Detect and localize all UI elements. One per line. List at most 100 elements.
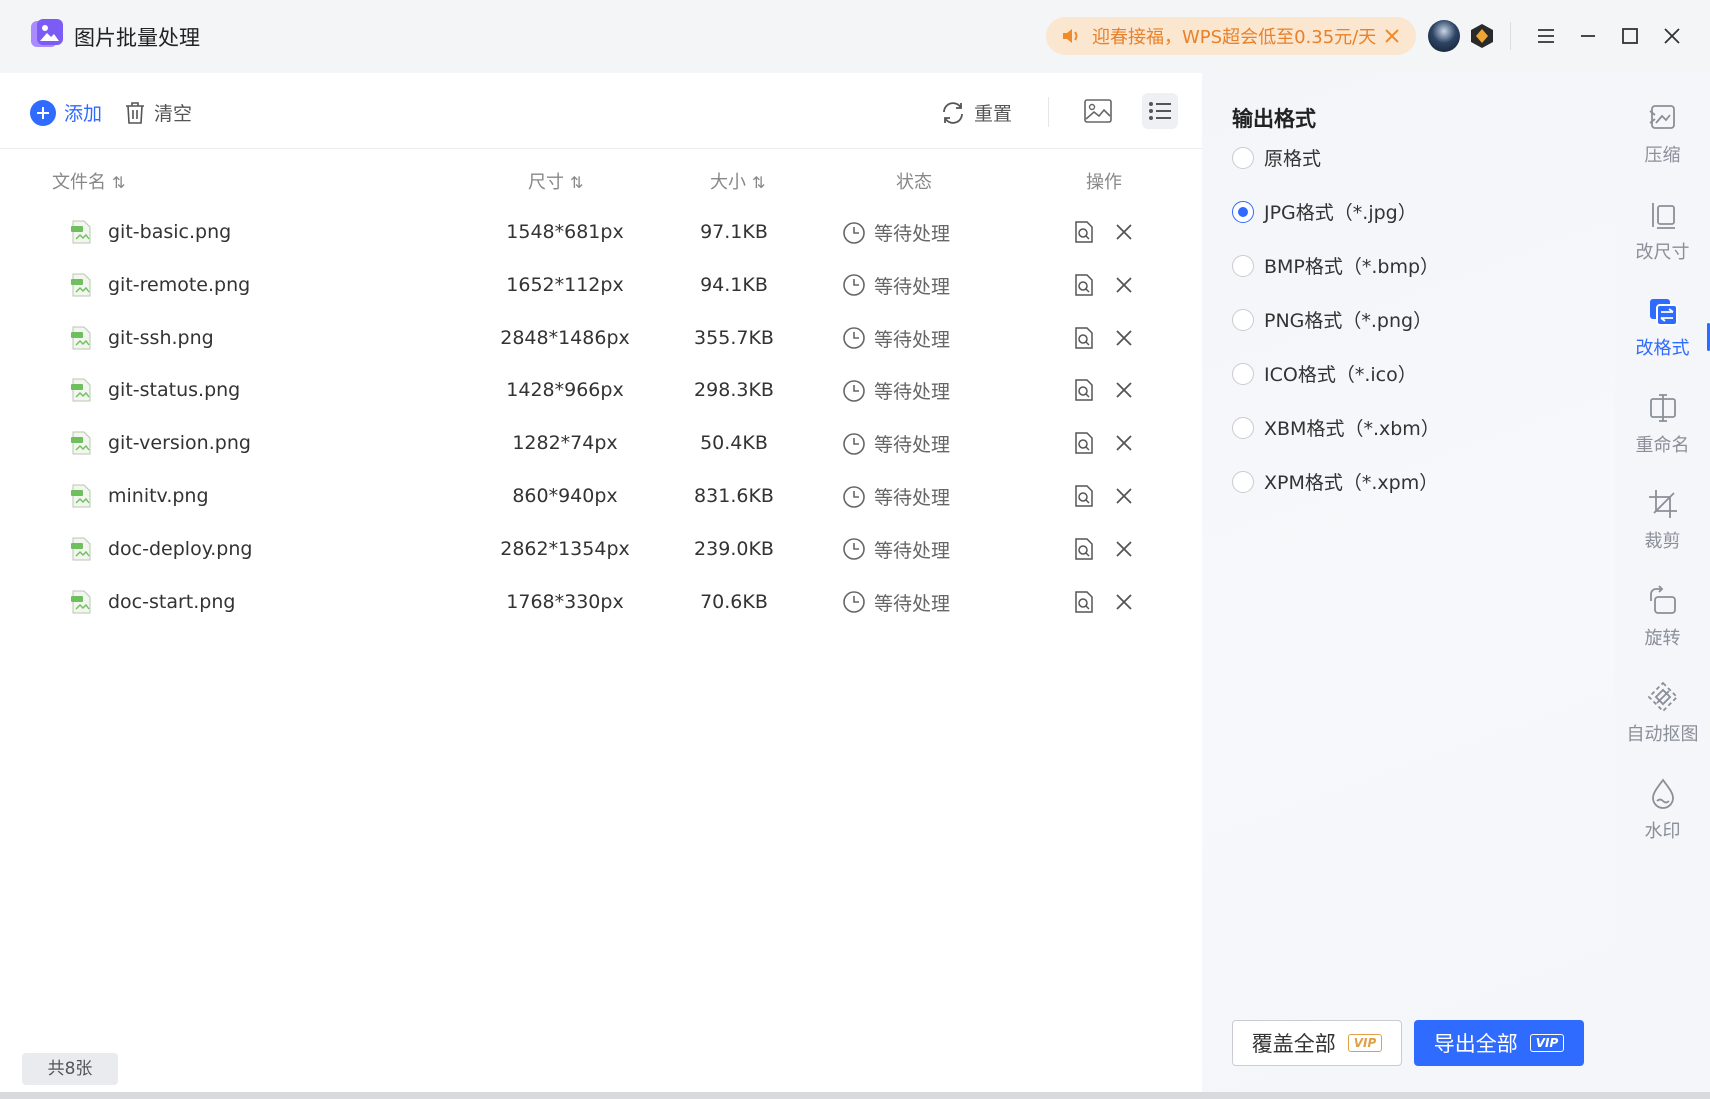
- format-option[interactable]: XBM格式（*.xbm）: [1232, 414, 1440, 441]
- clock-icon: [843, 432, 865, 455]
- header-dimensions[interactable]: 尺寸 ⇅: [528, 168, 583, 194]
- export-all-button[interactable]: 导出全部 VIP: [1414, 1020, 1584, 1066]
- nav-item[interactable]: 重命名: [1615, 391, 1710, 481]
- file-size: 239.0KB: [694, 537, 774, 560]
- preview-icon[interactable]: [1072, 326, 1096, 350]
- nav-item[interactable]: 自动抠图: [1615, 680, 1710, 770]
- file-size: 70.6KB: [700, 590, 768, 613]
- add-button[interactable]: 添加: [30, 99, 102, 126]
- clock-icon: [843, 591, 865, 613]
- vip-badge-icon[interactable]: [1468, 22, 1496, 50]
- file-name: doc-start.png: [108, 590, 236, 613]
- radio-button[interactable]: [1232, 470, 1254, 493]
- status-pending: 等待处理: [842, 589, 950, 616]
- delete-icon[interactable]: [1112, 590, 1136, 614]
- clear-button[interactable]: 清空: [124, 99, 192, 126]
- rotate-icon: [1649, 584, 1676, 614]
- promo-banner[interactable]: 迎春接福，WPS超会低至0.35元/天: [1046, 17, 1416, 55]
- preview-icon[interactable]: [1072, 590, 1096, 614]
- cover-all-button[interactable]: 覆盖全部 VIP: [1232, 1020, 1402, 1066]
- preview-icon[interactable]: [1072, 378, 1096, 402]
- radio-button[interactable]: [1232, 146, 1254, 169]
- nav-label: 水印: [1644, 820, 1681, 842]
- table-row[interactable]: minitv.png 860*940px 831.6KB 等待处理: [0, 469, 1202, 525]
- preview-icon[interactable]: [1072, 537, 1096, 561]
- file-name: git-version.png: [108, 432, 251, 455]
- status-pending: 等待处理: [842, 219, 950, 246]
- status-text: 等待处理: [874, 328, 951, 351]
- format-option[interactable]: ICO格式（*.ico）: [1232, 360, 1417, 387]
- nav-item[interactable]: 裁剪: [1615, 487, 1710, 577]
- sort-icon[interactable]: ⇅: [570, 173, 583, 192]
- delete-icon[interactable]: [1112, 431, 1136, 455]
- status-text: 等待处理: [874, 539, 951, 562]
- compress-icon: [1648, 105, 1675, 129]
- radio-button[interactable]: [1232, 200, 1254, 223]
- format-option[interactable]: 原格式: [1232, 144, 1321, 171]
- file-dimensions: 1548*681px: [506, 221, 624, 243]
- preview-icon[interactable]: [1072, 484, 1096, 508]
- toolbar: 添加 清空 重置: [0, 73, 1202, 149]
- nav-item[interactable]: 改尺寸: [1615, 198, 1710, 288]
- delete-icon[interactable]: [1112, 273, 1136, 297]
- promo-close-icon[interactable]: [1382, 26, 1402, 46]
- delete-icon[interactable]: [1112, 378, 1136, 402]
- settings-title: 输出格式: [1232, 107, 1316, 131]
- list-view-button[interactable]: [1142, 93, 1178, 129]
- trash-icon: [126, 101, 144, 124]
- status-pending: 等待处理: [842, 377, 950, 404]
- maximize-icon[interactable]: [1616, 22, 1644, 50]
- close-window-icon[interactable]: [1658, 22, 1686, 50]
- menu-icon[interactable]: [1532, 22, 1560, 50]
- crop-icon: [1648, 490, 1677, 518]
- preview-icon[interactable]: [1072, 431, 1096, 455]
- table-row[interactable]: doc-deploy.png 2862*1354px 239.0KB 等待处理: [0, 522, 1202, 578]
- format-option[interactable]: XPM格式（*.xpm）: [1232, 468, 1438, 495]
- table-row[interactable]: git-status.png 1428*966px 298.3KB 等待处理: [0, 363, 1202, 419]
- nav-item[interactable]: 压缩: [1615, 101, 1710, 191]
- window-bottom-edge: [0, 1092, 1710, 1099]
- format-label: PNG格式（*.png）: [1264, 310, 1433, 332]
- header-filesize[interactable]: 大小 ⇅: [710, 168, 765, 194]
- file-dimensions: 1282*74px: [512, 432, 618, 455]
- file-dimensions: 1428*966px: [506, 379, 624, 402]
- preview-icon[interactable]: [1072, 220, 1096, 244]
- radio-button[interactable]: [1232, 308, 1254, 331]
- format-option[interactable]: BMP格式（*.bmp）: [1232, 252, 1439, 279]
- thumbnail-view-button[interactable]: [1080, 93, 1116, 129]
- file-dimensions: 2848*1486px: [500, 326, 630, 349]
- format-label: ICO格式（*.ico）: [1264, 364, 1417, 386]
- preview-icon[interactable]: [1072, 273, 1096, 297]
- sort-icon[interactable]: ⇅: [112, 173, 125, 192]
- refresh-icon: [943, 101, 963, 124]
- format-option[interactable]: PNG格式（*.png）: [1232, 306, 1432, 333]
- file-size: 50.4KB: [700, 432, 768, 455]
- nav-item[interactable]: 旋转: [1615, 584, 1710, 674]
- image-file-icon: [71, 378, 91, 402]
- table-row[interactable]: doc-start.png 1768*330px 70.6KB 等待处理: [0, 575, 1202, 631]
- status-text: 等待处理: [874, 592, 951, 615]
- delete-icon[interactable]: [1112, 537, 1136, 561]
- status-text: 等待处理: [874, 487, 951, 509]
- radio-button[interactable]: [1232, 362, 1254, 385]
- delete-icon[interactable]: [1112, 484, 1136, 508]
- header-filename[interactable]: 文件名 ⇅: [52, 168, 125, 194]
- delete-icon[interactable]: [1112, 220, 1136, 244]
- reset-button[interactable]: 重置: [940, 99, 1012, 126]
- status-text: 等待处理: [874, 223, 951, 245]
- delete-icon[interactable]: [1112, 326, 1136, 350]
- nav-item[interactable]: 水印: [1615, 777, 1710, 867]
- radio-button[interactable]: [1232, 254, 1254, 277]
- sort-icon[interactable]: ⇅: [752, 173, 765, 192]
- table-row[interactable]: git-ssh.png 2848*1486px 355.7KB 等待处理: [0, 311, 1202, 367]
- minimize-icon[interactable]: [1574, 22, 1602, 50]
- nav-item[interactable]: 改格式: [1615, 294, 1710, 384]
- format-option[interactable]: JPG格式（*.jpg）: [1232, 198, 1417, 225]
- file-size: 355.7KB: [694, 326, 774, 349]
- table-row[interactable]: git-remote.png 1652*112px 94.1KB 等待处理: [0, 258, 1202, 314]
- user-avatar[interactable]: [1428, 20, 1460, 52]
- table-row[interactable]: git-version.png 1282*74px 50.4KB 等待处理: [0, 416, 1202, 472]
- clear-label: 清空: [154, 103, 193, 125]
- radio-button[interactable]: [1232, 416, 1254, 439]
- table-row[interactable]: git-basic.png 1548*681px 97.1KB 等待处理: [0, 205, 1202, 261]
